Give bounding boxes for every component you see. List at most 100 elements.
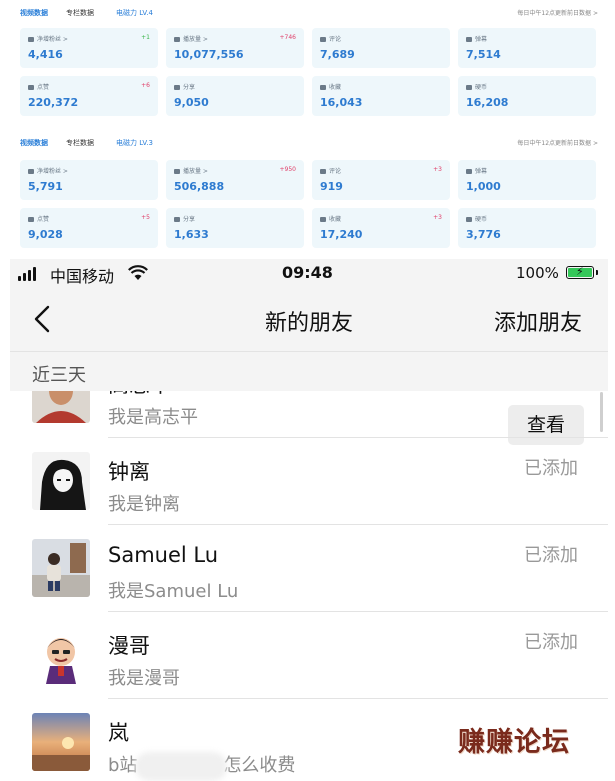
stat-value: 9,050	[174, 96, 209, 109]
user-icon	[28, 37, 34, 42]
scroll-indicator[interactable]	[600, 392, 603, 432]
stat-card-danmaku: 弹幕 7,514	[458, 28, 596, 68]
stat-delta: +3	[433, 166, 442, 173]
stat-label: 播放量 >	[174, 34, 208, 43]
play-icon	[174, 169, 180, 174]
stat-label: 弹幕	[466, 34, 487, 43]
stat-value: 3,776	[466, 228, 501, 241]
stat-label: 评论	[320, 166, 341, 175]
wifi-icon	[128, 265, 148, 280]
update-note[interactable]: 每日中午12点更新前日数据 >	[517, 8, 598, 17]
friend-name: 岚	[108, 721, 129, 745]
stat-card-comments: 评论 +3 919	[312, 160, 450, 200]
friend-name: Samuel Lu	[108, 543, 219, 567]
stat-value: 9,028	[28, 228, 63, 241]
added-status: 已添加	[524, 545, 578, 566]
stat-label: 分享	[174, 82, 195, 91]
stat-label: 净增粉丝 >	[28, 34, 68, 43]
stat-card-favorites: 收藏 +3 17,240	[312, 208, 450, 248]
friend-intro: 我是Samuel Lu	[108, 581, 239, 602]
stat-value: 4,416	[28, 48, 63, 61]
stat-value: 16,208	[466, 96, 509, 109]
stat-delta: +5	[141, 214, 150, 221]
like-icon	[28, 85, 34, 90]
star-icon	[320, 217, 326, 222]
stat-card-likes: 点赞 +5 9,028	[20, 208, 158, 248]
dashboard-panel-1: 视频数据 专栏数据 电磁力 LV.4 每日中午12点更新前日数据 > 净增粉丝 …	[10, 0, 608, 120]
tab-video-data[interactable]: 视频数据	[20, 8, 48, 18]
tab-column-data[interactable]: 专栏数据	[66, 138, 94, 148]
dashboard-panel-2: 视频数据 专栏数据 电磁力 LV.3 每日中午12点更新前日数据 > 净增粉丝 …	[10, 130, 608, 256]
carrier-name: 中国移动	[50, 267, 115, 286]
stat-value: 10,077,556	[174, 48, 244, 61]
friend-intro: 我是漫哥	[108, 668, 180, 689]
danmaku-icon	[466, 37, 472, 42]
friend-name: 漫哥	[108, 634, 150, 658]
danmaku-icon	[466, 169, 472, 174]
coin-icon	[466, 217, 472, 222]
section-header: 近三天	[10, 351, 608, 392]
stat-card-shares: 分享 1,633	[166, 208, 304, 248]
avatar	[32, 713, 90, 771]
added-status: 已添加	[524, 458, 578, 479]
stat-value: 919	[320, 180, 343, 193]
stat-label: 硬币	[466, 214, 487, 223]
play-icon	[174, 37, 180, 42]
stat-card-danmaku: 弹幕 1,000	[458, 160, 596, 200]
dashboard-tabs: 视频数据 专栏数据 电磁力 LV.3	[20, 136, 153, 150]
friend-name: 高志平	[108, 391, 171, 399]
stat-value: 16,043	[320, 96, 363, 109]
avatar	[32, 626, 90, 684]
share-icon	[174, 217, 180, 222]
stat-value: 5,791	[28, 180, 63, 193]
stat-label: 净增粉丝 >	[28, 166, 68, 175]
charging-bolt-icon: ⚡	[576, 265, 584, 278]
nav-bar: 新的朋友 添加朋友	[10, 289, 608, 351]
added-status: 已添加	[524, 632, 578, 653]
stat-delta: +6	[141, 82, 150, 89]
avatar	[32, 391, 90, 423]
stat-card-coins: 硬币 3,776	[458, 208, 596, 248]
list-item[interactable]: 钟离 我是钟离 已添加	[10, 438, 608, 525]
stat-card-followers[interactable]: 净增粉丝 > 5,791	[20, 160, 158, 200]
stat-value: 506,888	[174, 180, 225, 193]
stat-card-plays[interactable]: 播放量 > +746 10,077,556	[166, 28, 304, 68]
coin-icon	[466, 85, 472, 90]
update-note[interactable]: 每日中午12点更新前日数据 >	[517, 138, 598, 147]
avatar	[32, 452, 90, 510]
stat-label: 评论	[320, 34, 341, 43]
clock: 09:48	[282, 263, 333, 282]
stat-label: 分享	[174, 214, 195, 223]
add-friend-button[interactable]: 添加朋友	[494, 305, 582, 337]
stat-delta: +950	[279, 166, 296, 173]
stat-card-likes: 点赞 +6 220,372	[20, 76, 158, 116]
battery-nub	[596, 270, 598, 275]
tab-column-data[interactable]: 专栏数据	[66, 8, 94, 18]
avatar-child-photo	[32, 539, 90, 597]
stat-label: 收藏	[320, 82, 341, 91]
stat-card-followers[interactable]: 净增粉丝 > +1 4,416	[20, 28, 158, 68]
status-bar: 中国移动 09:48 100% ⚡	[10, 259, 608, 289]
stat-value: 220,372	[28, 96, 79, 109]
stat-value: 1,633	[174, 228, 209, 241]
list-item[interactable]: 高志平 我是高志平 查看	[10, 391, 608, 445]
watermark-logo: 赚赚论坛	[458, 727, 570, 758]
stat-card-coins: 硬币 16,208	[458, 76, 596, 116]
stat-value: 7,514	[466, 48, 501, 61]
tab-video-data[interactable]: 视频数据	[20, 138, 48, 148]
stat-delta: +1	[141, 34, 150, 41]
stat-delta: +746	[279, 34, 296, 41]
list-item[interactable]: Samuel Lu 我是Samuel Lu 已添加	[10, 525, 608, 612]
share-icon	[174, 85, 180, 90]
dashboard-tabs: 视频数据 专栏数据 电磁力 LV.4	[20, 6, 153, 20]
friend-name: 钟离	[108, 460, 150, 484]
stat-value: 7,689	[320, 48, 355, 61]
friend-intro: 我是高志平	[108, 407, 198, 428]
stat-card-plays[interactable]: 播放量 > +950 506,888	[166, 160, 304, 200]
avatar-anime-sketch	[32, 452, 90, 510]
star-icon	[320, 85, 326, 90]
list-item[interactable]: 漫哥 我是漫哥 已添加	[10, 612, 608, 699]
comment-icon	[320, 169, 326, 174]
level-label: 电磁力 LV.4	[116, 9, 153, 17]
avatar-cartoon	[32, 626, 90, 684]
